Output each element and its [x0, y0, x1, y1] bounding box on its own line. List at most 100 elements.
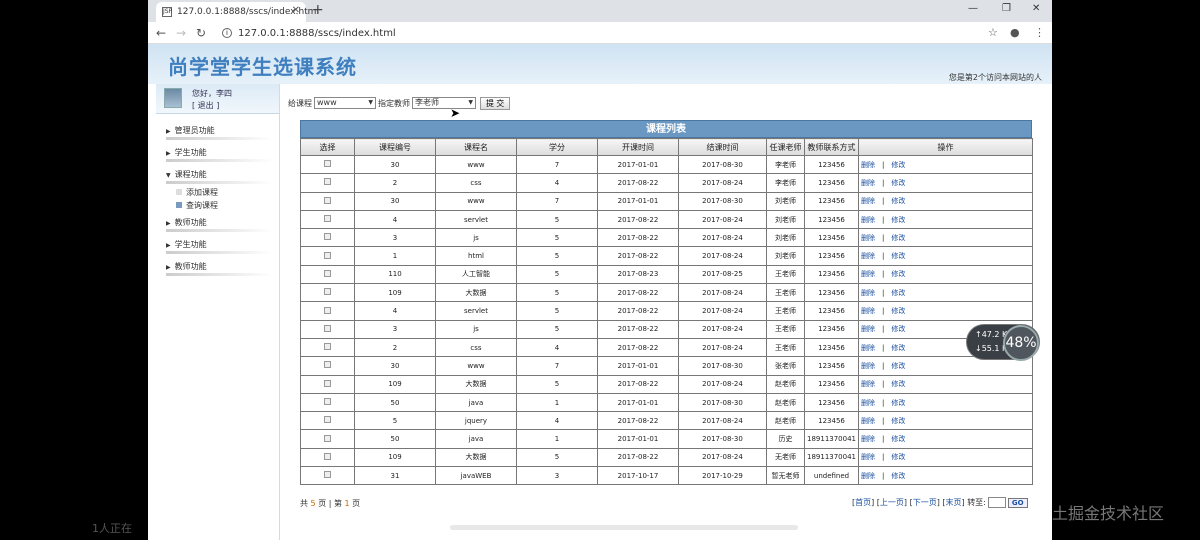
delete-link[interactable]: 删除	[861, 179, 875, 187]
minimize-icon[interactable]: —	[968, 3, 978, 14]
submenu-query-course[interactable]: 查询课程	[176, 199, 279, 212]
delete-link[interactable]: 删除	[861, 344, 875, 352]
table-cell: 大数据	[435, 447, 517, 468]
last-page-link[interactable]: 末页	[946, 497, 962, 508]
delete-link[interactable]: 删除	[861, 161, 875, 169]
row-checkbox[interactable]	[324, 196, 331, 204]
delete-link[interactable]: 删除	[861, 289, 875, 297]
info-icon[interactable]: i	[222, 28, 232, 38]
close-tab-icon[interactable]: ✕	[292, 5, 300, 16]
row-checkbox[interactable]	[324, 288, 331, 296]
delete-link[interactable]: 删除	[861, 234, 875, 242]
delete-link[interactable]: 删除	[861, 362, 875, 370]
row-checkbox[interactable]	[324, 324, 331, 332]
row-checkbox[interactable]	[324, 471, 331, 479]
delete-link[interactable]: 删除	[861, 380, 875, 388]
edit-link[interactable]: 修改	[891, 307, 905, 315]
row-checkbox[interactable]	[324, 178, 331, 186]
sidebar-item-label: 管理员功能	[174, 126, 215, 135]
table-cell: 1	[516, 429, 598, 449]
restore-icon[interactable]: ❐	[1002, 3, 1011, 14]
edit-link[interactable]: 修改	[891, 216, 905, 224]
delete-link[interactable]: 删除	[861, 417, 875, 425]
sidebar-item-student[interactable]: ▶ 学生功能	[156, 142, 279, 164]
delete-link[interactable]: 删除	[861, 216, 875, 224]
row-checkbox[interactable]	[324, 379, 331, 387]
delete-link[interactable]: 删除	[861, 435, 875, 443]
forward-icon[interactable]: →	[176, 26, 186, 40]
first-page-link[interactable]: 首页	[855, 497, 871, 508]
back-icon[interactable]: ←	[156, 26, 166, 40]
edit-link[interactable]: 修改	[891, 197, 905, 205]
submenu-add-course[interactable]: 添加课程	[176, 186, 279, 199]
edit-link[interactable]: 修改	[891, 435, 905, 443]
sidebar-item-teacher-2[interactable]: ▶ 教师功能	[156, 256, 279, 278]
table-cell: 30	[354, 154, 436, 175]
profile-icon[interactable]: ●	[1010, 26, 1020, 39]
row-checkbox[interactable]	[324, 269, 331, 277]
delete-link[interactable]: 删除	[861, 472, 875, 480]
edit-link[interactable]: 修改	[891, 399, 905, 407]
edit-link[interactable]: 修改	[891, 234, 905, 242]
table-cell: 30	[354, 356, 436, 376]
teacher-select[interactable]: 李老师 ▼	[412, 97, 476, 109]
address-bar[interactable]: i 127.0.0.1:8888/sscs/index.html	[222, 25, 982, 41]
edit-link[interactable]: 修改	[891, 252, 905, 260]
sidebar-item-admin[interactable]: ▶ 管理员功能	[156, 120, 279, 142]
delete-link[interactable]: 删除	[861, 270, 875, 278]
go-button[interactable]: GO	[1007, 497, 1028, 508]
edit-link[interactable]: 修改	[891, 325, 905, 333]
submit-button[interactable]: 提 交	[480, 96, 511, 110]
edit-link[interactable]: 修改	[891, 362, 905, 370]
goto-page-input[interactable]	[987, 497, 1006, 508]
delete-link[interactable]: 删除	[861, 325, 875, 333]
row-checkbox[interactable]	[324, 416, 331, 424]
edit-link[interactable]: 修改	[891, 179, 905, 187]
row-checkbox[interactable]	[324, 343, 331, 351]
delete-link[interactable]: 删除	[861, 399, 875, 407]
delete-link[interactable]: 删除	[861, 197, 875, 205]
table-row: 5 jquery 4 2017-08-22 2017-08-24 赵老师 123456 删除 |…	[300, 411, 1033, 431]
edit-link[interactable]: 修改	[891, 453, 905, 461]
logout-link[interactable]: [ 退出 ]	[192, 100, 219, 111]
edit-link[interactable]: 修改	[891, 344, 905, 352]
reload-icon[interactable]: ↻	[196, 26, 206, 40]
menu-kebab-icon[interactable]: ⋮	[1034, 26, 1045, 39]
row-checkbox[interactable]	[324, 215, 331, 223]
table-cell: 刘老师	[766, 191, 805, 211]
actions-cell: 删除 | 修改	[858, 264, 1033, 285]
prev-page-link[interactable]: 上一页	[880, 497, 904, 508]
browser-tab[interactable]: JSP 127.0.0.1:8888/sscs/index.html ✕	[156, 2, 319, 22]
new-tab-icon[interactable]: +	[312, 2, 324, 18]
delete-link[interactable]: 删除	[861, 252, 875, 260]
edit-link[interactable]: 修改	[891, 417, 905, 425]
edit-link[interactable]: 修改	[891, 380, 905, 388]
row-checkbox[interactable]	[324, 160, 331, 168]
edit-link[interactable]: 修改	[891, 161, 905, 169]
sidebar-item-student-2[interactable]: ▶ 学生功能	[156, 234, 279, 256]
network-speed-widget[interactable]: ↑47.2 K/s ↓55.1 K/s 48%	[966, 324, 1040, 361]
delete-link[interactable]: 删除	[861, 307, 875, 315]
edit-link[interactable]: 修改	[891, 472, 905, 480]
row-checkbox[interactable]	[324, 251, 331, 259]
edit-link[interactable]: 修改	[891, 270, 905, 278]
course-select[interactable]: www ▼	[314, 97, 376, 109]
right-letterbox	[1052, 0, 1200, 540]
row-checkbox[interactable]	[324, 233, 331, 241]
row-checkbox[interactable]	[324, 398, 331, 405]
chevron-right-icon: ▶	[166, 150, 171, 157]
table-cell: 2017-08-30	[678, 392, 767, 413]
table-cell: servlet	[435, 301, 517, 321]
sidebar-item-teacher[interactable]: ▶ 教师功能	[156, 212, 279, 234]
row-checkbox[interactable]	[324, 434, 331, 442]
next-page-link[interactable]: 下一页	[913, 497, 937, 508]
row-checkbox[interactable]	[324, 452, 331, 460]
row-checkbox[interactable]	[324, 306, 331, 314]
actions-cell: 删除 | 修改	[858, 228, 1033, 248]
window-close-icon[interactable]: ✕	[1032, 3, 1040, 14]
edit-link[interactable]: 修改	[891, 289, 905, 297]
delete-link[interactable]: 删除	[861, 453, 875, 461]
bookmark-star-icon[interactable]: ☆	[988, 26, 998, 39]
sidebar-item-course[interactable]: ▼ 课程功能	[156, 164, 279, 186]
row-checkbox[interactable]	[324, 361, 331, 369]
